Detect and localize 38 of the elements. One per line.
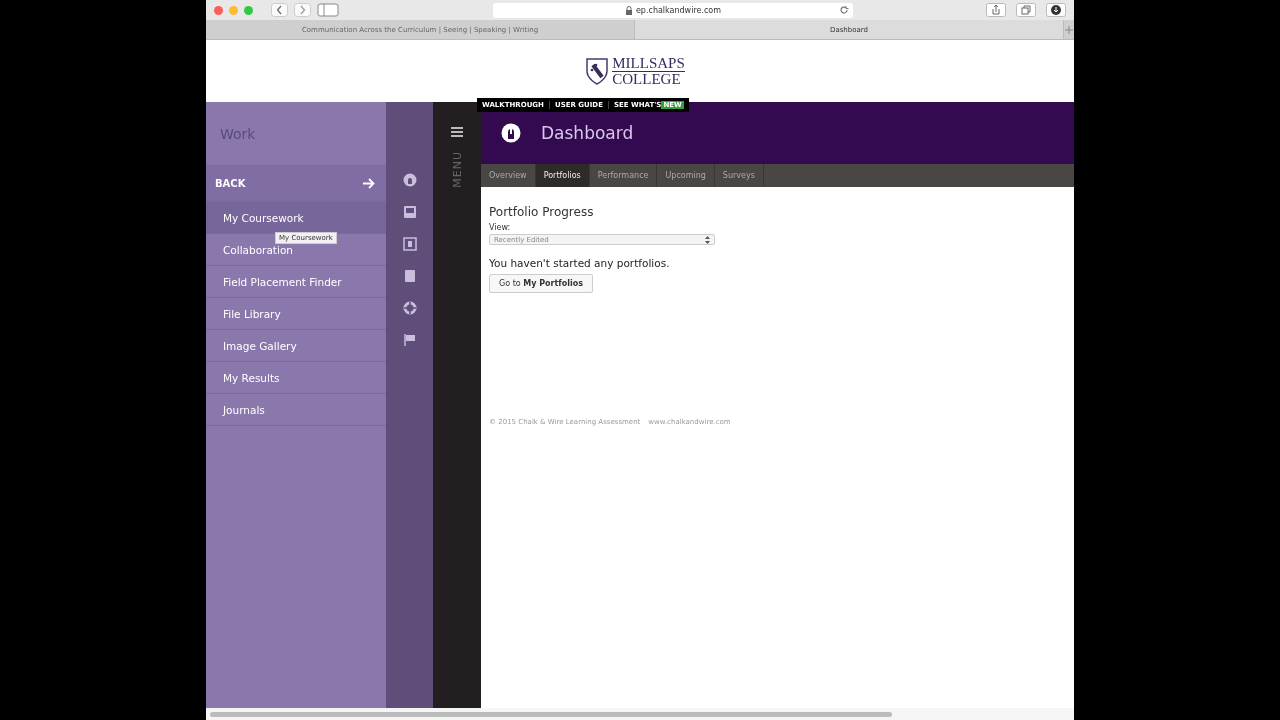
arrow-right-icon — [363, 178, 375, 189]
logo-text: COLLEGE — [612, 71, 682, 87]
lifebuoy-icon[interactable] — [402, 301, 417, 315]
page-title: Dashboard — [541, 123, 634, 143]
college-logo[interactable]: MILLSAPS COLLEGE — [585, 55, 685, 87]
scrollbar-thumb[interactable] — [210, 711, 892, 717]
portrait-icon[interactable] — [402, 237, 417, 251]
field-label: View: — [489, 223, 511, 232]
book-icon[interactable] — [402, 269, 417, 283]
flag-icon[interactable] — [402, 333, 417, 347]
menu-icon[interactable] — [451, 127, 463, 137]
tab[interactable]: Surveys — [714, 164, 764, 187]
lock-icon — [624, 5, 633, 15]
reload-icon[interactable] — [839, 5, 849, 15]
empty-message: You haven't started any portfolios. — [489, 257, 670, 269]
crest-icon — [585, 56, 610, 86]
menu-label[interactable]: MENU — [450, 151, 464, 188]
tab[interactable]: Performance — [589, 164, 658, 187]
back-link[interactable]: BACK — [206, 166, 386, 202]
sidebar-icon[interactable] — [317, 3, 339, 17]
tabs-icon[interactable] — [1016, 3, 1036, 17]
close-window-icon[interactable] — [214, 5, 223, 15]
tab[interactable]: Overview — [481, 164, 536, 187]
forward-icon[interactable] — [294, 3, 311, 17]
logo-icon — [501, 123, 521, 143]
logo-text: MILLSAPS — [612, 55, 685, 72]
address-bar[interactable]: ep.chalkandwire.com — [493, 2, 853, 18]
download-icon[interactable] — [1046, 3, 1066, 17]
portfolios-button[interactable]: Go to My Portfolios — [489, 274, 594, 293]
logo-icon[interactable] — [402, 173, 417, 187]
updown-arrows-icon — [705, 235, 710, 244]
section-title: Portfolio Progress — [489, 205, 594, 219]
sidebar-item[interactable]: My Coursework — [206, 202, 386, 234]
back-icon[interactable] — [271, 3, 288, 17]
tab[interactable]: Upcoming — [657, 164, 715, 187]
inbox-icon[interactable] — [402, 205, 417, 219]
tab[interactable]: Portfolios — [535, 164, 590, 187]
share-icon[interactable] — [986, 3, 1006, 17]
